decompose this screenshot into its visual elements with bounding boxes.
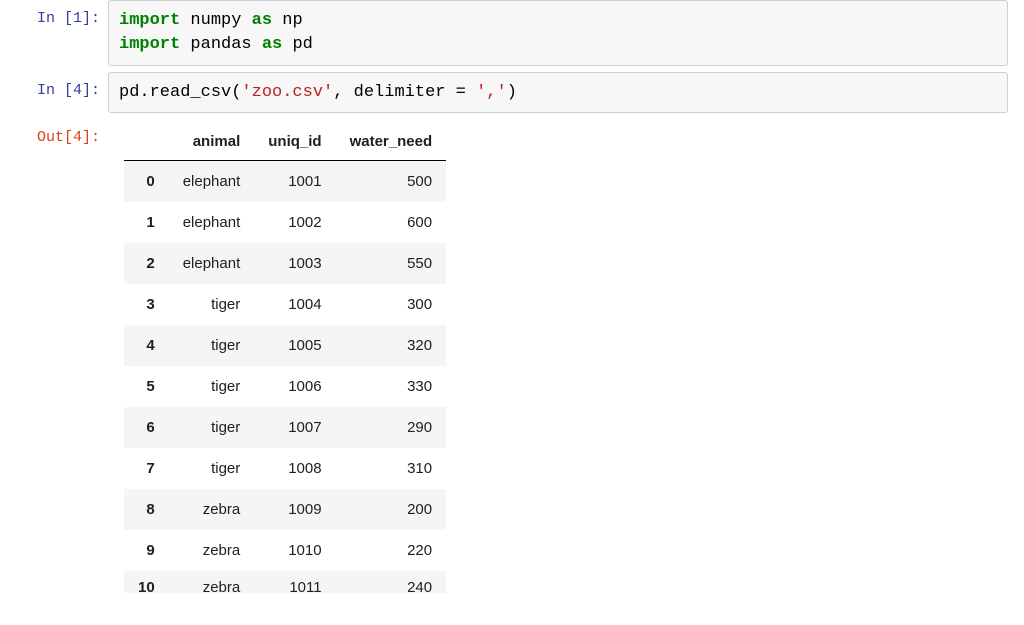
code-cell-1: In [1]: import numpy as np import pandas… [0,0,1024,66]
cell-water_need: 500 [336,161,447,203]
table-row: 5tiger1006330 [124,366,446,407]
row-index: 9 [124,530,169,571]
code-cell-2: In [4]: pd.read_csv('zoo.csv', delimiter… [0,72,1024,114]
col-uniq-id: uniq_id [254,123,335,161]
cell-animal: tiger [169,448,255,489]
cell-animal: tiger [169,284,255,325]
row-index: 0 [124,161,169,203]
table-row: 6tiger1007290 [124,407,446,448]
cell-uniq_id: 1004 [254,284,335,325]
output-area-2: animal uniq_id water_need 0elephant10015… [108,119,1024,593]
row-index: 7 [124,448,169,489]
table-row: 10zebra1011240 [124,571,446,593]
table-row: 8zebra1009200 [124,489,446,530]
table-row: 3tiger1004300 [124,284,446,325]
row-index: 2 [124,243,169,284]
table-row: 7tiger1008310 [124,448,446,489]
row-index: 1 [124,202,169,243]
cell-uniq_id: 1006 [254,366,335,407]
row-index: 5 [124,366,169,407]
row-index: 4 [124,325,169,366]
cell-water_need: 220 [336,530,447,571]
cell-uniq_id: 1011 [254,571,335,593]
table-row: 2elephant1003550 [124,243,446,284]
cell-water_need: 240 [336,571,447,593]
cell-uniq_id: 1010 [254,530,335,571]
cell-water_need: 320 [336,325,447,366]
output-cell-2: Out[4]: animal uniq_id water_need 0eleph… [0,119,1024,593]
cell-animal: tiger [169,325,255,366]
cell-water_need: 300 [336,284,447,325]
table-header-row: animal uniq_id water_need [124,123,446,161]
cell-animal: tiger [169,366,255,407]
input-prompt-1: In [1]: [0,0,108,66]
cell-uniq_id: 1001 [254,161,335,203]
dataframe-table: animal uniq_id water_need 0elephant10015… [124,123,446,593]
table-row: 0elephant1001500 [124,161,446,203]
table-row: 1elephant1002600 [124,202,446,243]
cell-water_need: 330 [336,366,447,407]
row-index: 10 [124,571,169,593]
cell-water_need: 290 [336,407,447,448]
cell-animal: tiger [169,407,255,448]
cell-uniq_id: 1009 [254,489,335,530]
cell-water_need: 600 [336,202,447,243]
cell-animal: zebra [169,530,255,571]
cell-water_need: 200 [336,489,447,530]
col-animal: animal [169,123,255,161]
table-row: 9zebra1010220 [124,530,446,571]
cell-animal: elephant [169,161,255,203]
code-input-2[interactable]: pd.read_csv('zoo.csv', delimiter = ',') [108,72,1008,114]
cell-water_need: 310 [336,448,447,489]
row-index: 6 [124,407,169,448]
cell-animal: zebra [169,489,255,530]
table-row: 4tiger1005320 [124,325,446,366]
cell-uniq_id: 1005 [254,325,335,366]
col-water-need: water_need [336,123,447,161]
cell-water_need: 550 [336,243,447,284]
cell-uniq_id: 1008 [254,448,335,489]
code-input-1[interactable]: import numpy as np import pandas as pd [108,0,1008,66]
cell-uniq_id: 1003 [254,243,335,284]
output-prompt-2: Out[4]: [0,119,108,593]
row-index: 8 [124,489,169,530]
cell-uniq_id: 1007 [254,407,335,448]
cell-animal: elephant [169,202,255,243]
cell-animal: elephant [169,243,255,284]
col-index [124,123,169,161]
row-index: 3 [124,284,169,325]
cell-uniq_id: 1002 [254,202,335,243]
cell-animal: zebra [169,571,255,593]
input-prompt-2: In [4]: [0,72,108,114]
